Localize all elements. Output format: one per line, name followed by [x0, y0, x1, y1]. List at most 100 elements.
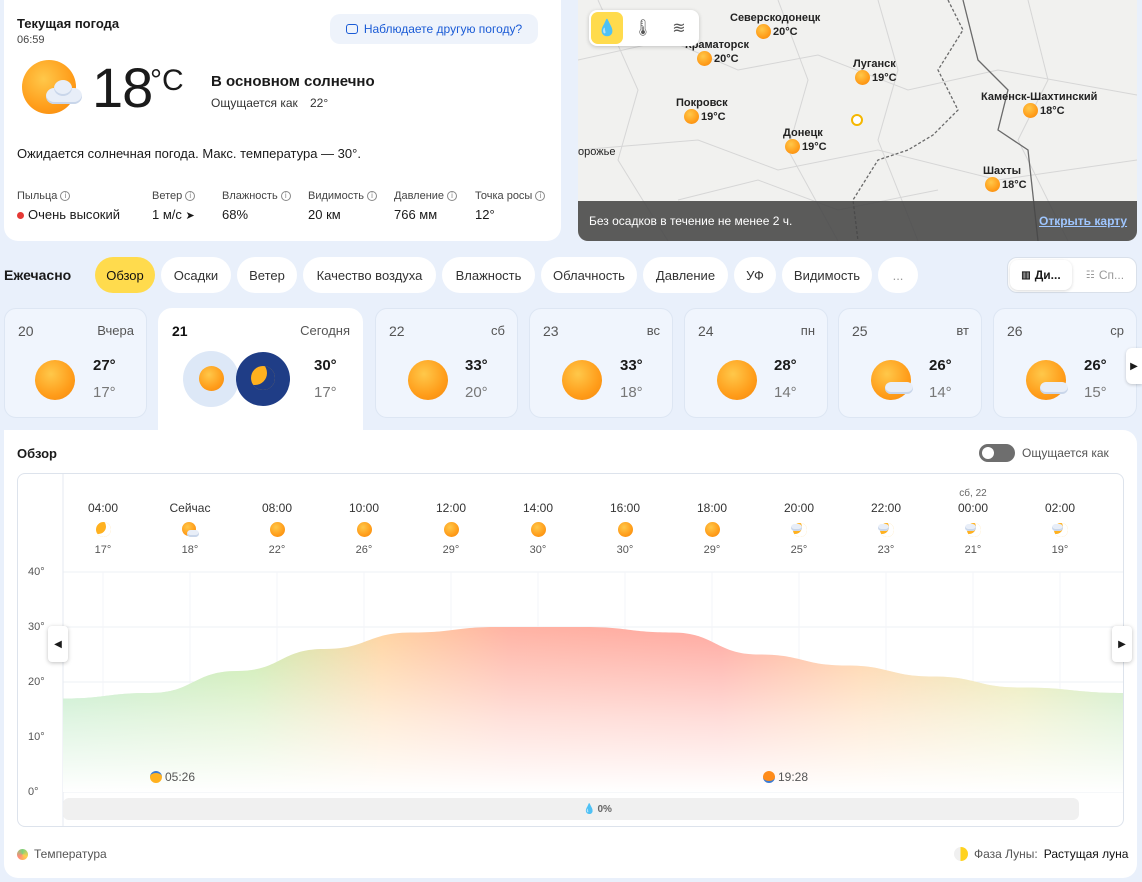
hour-date [508, 488, 568, 501]
day-name: Вчера [97, 323, 134, 338]
drop-icon[interactable]: 💧 [591, 12, 623, 44]
detail-humidity[interactable]: Влажность i 68% [222, 190, 291, 222]
hour-temp: 17° [94, 544, 112, 556]
chart-scroll-right-button[interactable]: ▶ [1112, 626, 1132, 662]
detail-label: Влажность [222, 190, 278, 202]
temperature-unit: °C [150, 64, 184, 97]
map-city-severodonetsk[interactable]: Северскодонецк 20°C [730, 12, 820, 39]
chart-legend: Температура [17, 847, 107, 861]
map-layer-switcher: 💧 🌡 ≋ [589, 10, 699, 46]
city-temp: 20°C [773, 25, 798, 38]
hour-temp: 26° [355, 544, 373, 556]
day-low: 14° [774, 384, 797, 401]
hour-time: 12:00 [435, 501, 467, 515]
sun-icon [443, 522, 459, 538]
day-card[interactable]: 24 пн 28° 14° [684, 308, 828, 418]
tab-visibility[interactable]: Видимость [782, 257, 872, 293]
map-city-lugansk[interactable]: Луганск 19°C [853, 58, 897, 85]
tab-air-quality[interactable]: Качество воздуха [303, 257, 436, 293]
hour-time: 16:00 [609, 501, 641, 515]
map-city-kamensk[interactable]: Каменск-Шахтинский 18°C [981, 91, 1097, 118]
y-tick-label: 30° [28, 621, 45, 633]
day-card[interactable]: 20 Вчера 27° 17° [4, 308, 147, 418]
y-tick-label: 10° [28, 731, 45, 743]
thermometer-icon[interactable]: 🌡 [627, 12, 659, 44]
day-number: 24 [698, 323, 714, 339]
info-icon[interactable]: i [447, 191, 458, 201]
chart-scroll-left-button[interactable]: ◀ [48, 626, 68, 662]
hour-temp: 18° [181, 544, 199, 556]
sun-icon [985, 177, 1000, 192]
precip-summary: 💧 0% [583, 804, 612, 815]
tab-uv[interactable]: УФ [734, 257, 776, 293]
hour-temp: 19° [1051, 544, 1069, 556]
sun-cloud-icon [855, 70, 870, 85]
tab-cloudiness[interactable]: Облачность [541, 257, 637, 293]
tab-wind[interactable]: Ветер [237, 257, 297, 293]
sun-cloud-icon [756, 24, 771, 39]
tab-precipitation[interactable]: Осадки [161, 257, 231, 293]
feels-like-toggle[interactable] [979, 444, 1015, 462]
sun-cloud-icon [697, 51, 712, 66]
hour-date [160, 488, 220, 501]
overview-title: Обзор [17, 446, 57, 461]
hour-column: 18:00 29° [682, 488, 742, 556]
detail-value: 68% [222, 207, 249, 222]
detail-value: 12° [475, 207, 495, 222]
hour-date [682, 488, 742, 501]
weather-map[interactable]: Северскодонецк 20°C Краматорск 20°C Луга… [578, 0, 1137, 241]
sun-cloud-icon [22, 58, 82, 114]
wind-icon[interactable]: ≋ [663, 12, 695, 44]
day-number: 26 [1007, 323, 1023, 339]
overview-panel: Обзор Ощущается как 04:00 17° Сейчас 18°… [4, 430, 1137, 878]
current-weather-title: Текущая погода [17, 16, 120, 31]
feedback-button[interactable]: Наблюдаете другую погоду? [330, 14, 538, 44]
toggle-knob [982, 447, 994, 459]
day-card[interactable]: 22 сб 33° 20° [375, 308, 518, 418]
tab-overview[interactable]: Обзор [95, 257, 155, 293]
moon-cloud-icon [1052, 522, 1068, 538]
city-temp: 19°C [802, 140, 827, 153]
view-diagram-button[interactable]: ▥ Ди... [1010, 260, 1072, 290]
map-city-pokrovsk[interactable]: Покровск 19°C [676, 97, 728, 124]
feels-like-value: 22° [310, 96, 329, 110]
info-icon[interactable]: i [280, 191, 291, 201]
map-city-donetsk[interactable]: Донецк 19°C [783, 127, 827, 154]
sun-icon [530, 522, 546, 538]
detail-visibility[interactable]: Видимость i 20 км [308, 190, 377, 222]
day-name: пн [800, 323, 815, 338]
day-card[interactable]: 23 вс 33° 18° [529, 308, 673, 418]
tab-pressure[interactable]: Давление [643, 257, 728, 293]
moon-cloud-icon [878, 522, 894, 538]
view-list-button[interactable]: ☷ Сп... [1074, 260, 1136, 290]
open-map-link[interactable]: Открыть карту [1039, 214, 1127, 228]
tab-humidity[interactable]: Влажность [442, 257, 535, 293]
day-card[interactable]: 25 вт 26° 14° [838, 308, 982, 418]
hour-column: 02:00 19° [1030, 488, 1090, 556]
view-list-label: Сп... [1098, 268, 1125, 282]
day-card-today[interactable]: 21 Сегодня 30° 17° [158, 308, 363, 432]
precip-value: 0% [597, 804, 612, 815]
info-icon[interactable]: i [185, 191, 196, 201]
info-icon[interactable]: i [367, 191, 377, 201]
tab-more[interactable]: ... [878, 257, 918, 293]
day-name: сб [491, 323, 505, 338]
hour-temp: 29° [703, 544, 721, 556]
detail-pollen[interactable]: Пыльца i Очень высокий [17, 190, 120, 222]
day-high: 28° [774, 357, 797, 374]
hour-date [769, 488, 829, 501]
detail-dew-point[interactable]: Точка росы i 12° [475, 190, 546, 222]
info-icon[interactable]: i [60, 191, 71, 201]
chat-icon [345, 24, 358, 34]
hour-column: Сейчас 18° [160, 488, 220, 556]
detail-pressure[interactable]: Давление i 766 мм [394, 190, 458, 222]
hour-time: 08:00 [261, 501, 293, 515]
detail-wind[interactable]: Ветер i 1 м/с ➤ [152, 190, 196, 222]
day-card[interactable]: 26 ср 26° 15° [993, 308, 1137, 418]
sun-icon [199, 366, 224, 391]
feels-like-label: Ощущается как [211, 96, 298, 110]
map-city-shakhty[interactable]: Шахты 18°C [983, 165, 1027, 192]
days-next-button[interactable]: ▶ [1126, 348, 1142, 384]
info-icon[interactable]: i [535, 191, 546, 201]
chart-icon: ▥ [1021, 269, 1031, 281]
